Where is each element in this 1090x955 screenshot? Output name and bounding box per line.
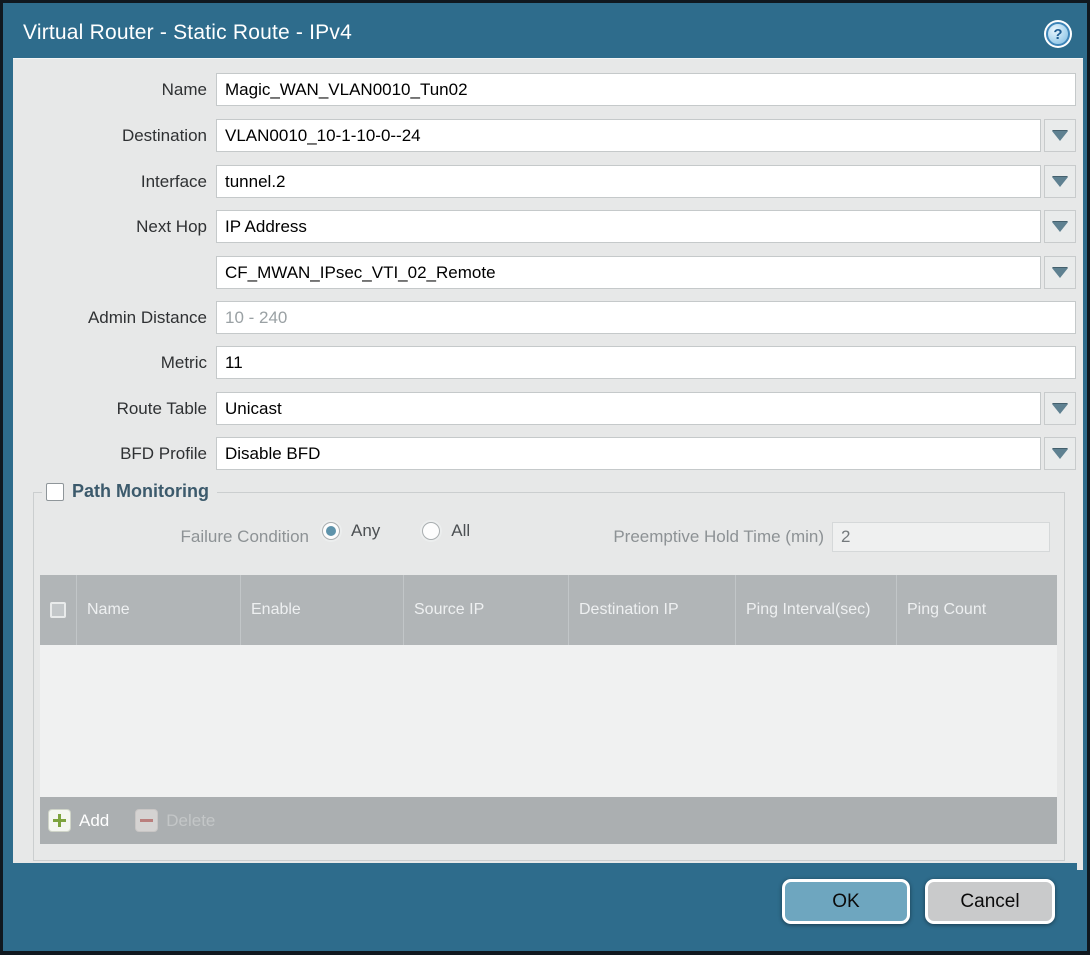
failure-condition-any-radio[interactable] (322, 522, 340, 540)
form-row-interface: Interface tunnel.2 (33, 165, 1076, 198)
failure-condition-row: Failure Condition Any All Preemptive Hol… (34, 521, 1064, 553)
admin-distance-label: Admin Distance (33, 301, 216, 334)
destination-dropdown-button[interactable] (1044, 119, 1076, 152)
bfd-profile-dropdown-button[interactable] (1044, 437, 1076, 470)
chevron-down-icon (1052, 177, 1068, 187)
next-hop-label: Next Hop (33, 210, 216, 243)
path-monitoring-section: Path Monitoring Failure Condition Any Al… (33, 492, 1065, 861)
chevron-down-icon (1052, 404, 1068, 414)
dialog-footer: OK Cancel (13, 863, 1077, 947)
form-row-admin-distance: Admin Distance (33, 301, 1076, 334)
select-all-checkbox[interactable] (50, 602, 66, 618)
plus-icon (48, 809, 71, 832)
form-row-metric: Metric (33, 346, 1076, 379)
failure-condition-any-label: Any (351, 521, 380, 541)
route-table-dropdown-button[interactable] (1044, 392, 1076, 425)
form-row-name: Name (33, 73, 1076, 106)
minus-icon (135, 809, 158, 832)
interface-value[interactable]: tunnel.2 (216, 165, 1041, 198)
dialog-title: Virtual Router - Static Route - IPv4 (13, 21, 352, 45)
chevron-down-icon (1052, 131, 1068, 141)
destination-value[interactable]: VLAN0010_10-1-10-0--24 (216, 119, 1041, 152)
add-button-label: Add (79, 811, 109, 831)
bfd-profile-value[interactable]: Disable BFD (216, 437, 1041, 470)
metric-label: Metric (33, 346, 216, 379)
add-button[interactable]: Add (48, 809, 109, 832)
form-row-bfd-profile: BFD Profile Disable BFD (33, 437, 1076, 470)
column-header-source-ip: Source IP (403, 575, 568, 645)
path-monitoring-label: Path Monitoring (72, 481, 209, 502)
name-input[interactable] (216, 73, 1076, 106)
column-header-name: Name (76, 575, 240, 645)
table-toolbar: Add Delete (40, 797, 1057, 844)
column-header-ping-interval: Ping Interval(sec) (735, 575, 896, 645)
route-table-label: Route Table (33, 392, 216, 425)
failure-condition-all-radio[interactable] (422, 522, 440, 540)
preemptive-hold-time-label: Preemptive Hold Time (min) (553, 521, 824, 553)
path-monitoring-checkbox[interactable] (46, 483, 64, 501)
chevron-down-icon (1052, 449, 1068, 459)
form-row-next-hop-address: CF_MWAN_IPsec_VTI_02_Remote (33, 256, 1076, 289)
delete-button-label: Delete (166, 811, 215, 831)
interface-label: Interface (33, 165, 216, 198)
form-row-next-hop: Next Hop IP Address (33, 210, 1076, 243)
delete-button[interactable]: Delete (135, 809, 215, 832)
help-icon: ? (1046, 22, 1070, 46)
interface-dropdown-button[interactable] (1044, 165, 1076, 198)
failure-condition-label: Failure Condition (34, 521, 309, 553)
dialog-body: Name Destination VLAN0010_10-1-10-0--24 … (13, 58, 1083, 870)
bfd-profile-label: BFD Profile (33, 437, 216, 470)
next-hop-type-value[interactable]: IP Address (216, 210, 1041, 243)
column-header-ping-count: Ping Count (896, 575, 1057, 645)
chevron-down-icon (1052, 268, 1068, 278)
next-hop-address-value[interactable]: CF_MWAN_IPsec_VTI_02_Remote (216, 256, 1041, 289)
next-hop-address-label (33, 256, 216, 289)
name-label: Name (33, 73, 216, 106)
next-hop-type-dropdown-button[interactable] (1044, 210, 1076, 243)
form-row-route-table: Route Table Unicast (33, 392, 1076, 425)
path-monitoring-table: Name Enable Source IP Destination IP Pin… (40, 575, 1057, 844)
column-header-destination-ip: Destination IP (568, 575, 735, 645)
dialog-titlebar: Virtual Router - Static Route - IPv4 ? (13, 8, 1077, 58)
chevron-down-icon (1052, 222, 1068, 232)
route-table-value[interactable]: Unicast (216, 392, 1041, 425)
path-monitoring-legend: Path Monitoring (42, 481, 217, 502)
cancel-button[interactable]: Cancel (925, 879, 1055, 924)
failure-condition-options: Any All (322, 521, 512, 541)
failure-condition-all-label: All (451, 521, 470, 541)
table-header-row: Name Enable Source IP Destination IP Pin… (40, 575, 1057, 645)
ok-button[interactable]: OK (782, 879, 910, 924)
table-body-empty (40, 645, 1057, 797)
form-row-destination: Destination VLAN0010_10-1-10-0--24 (33, 119, 1076, 152)
dialog-frame: Virtual Router - Static Route - IPv4 ? N… (3, 3, 1087, 951)
destination-label: Destination (33, 119, 216, 152)
next-hop-address-dropdown-button[interactable] (1044, 256, 1076, 289)
preemptive-hold-time-input[interactable] (832, 522, 1050, 552)
metric-input[interactable] (216, 346, 1076, 379)
help-button[interactable]: ? (1044, 20, 1072, 48)
column-header-enable: Enable (240, 575, 403, 645)
select-all-cell (40, 575, 76, 645)
admin-distance-input[interactable] (216, 301, 1076, 334)
